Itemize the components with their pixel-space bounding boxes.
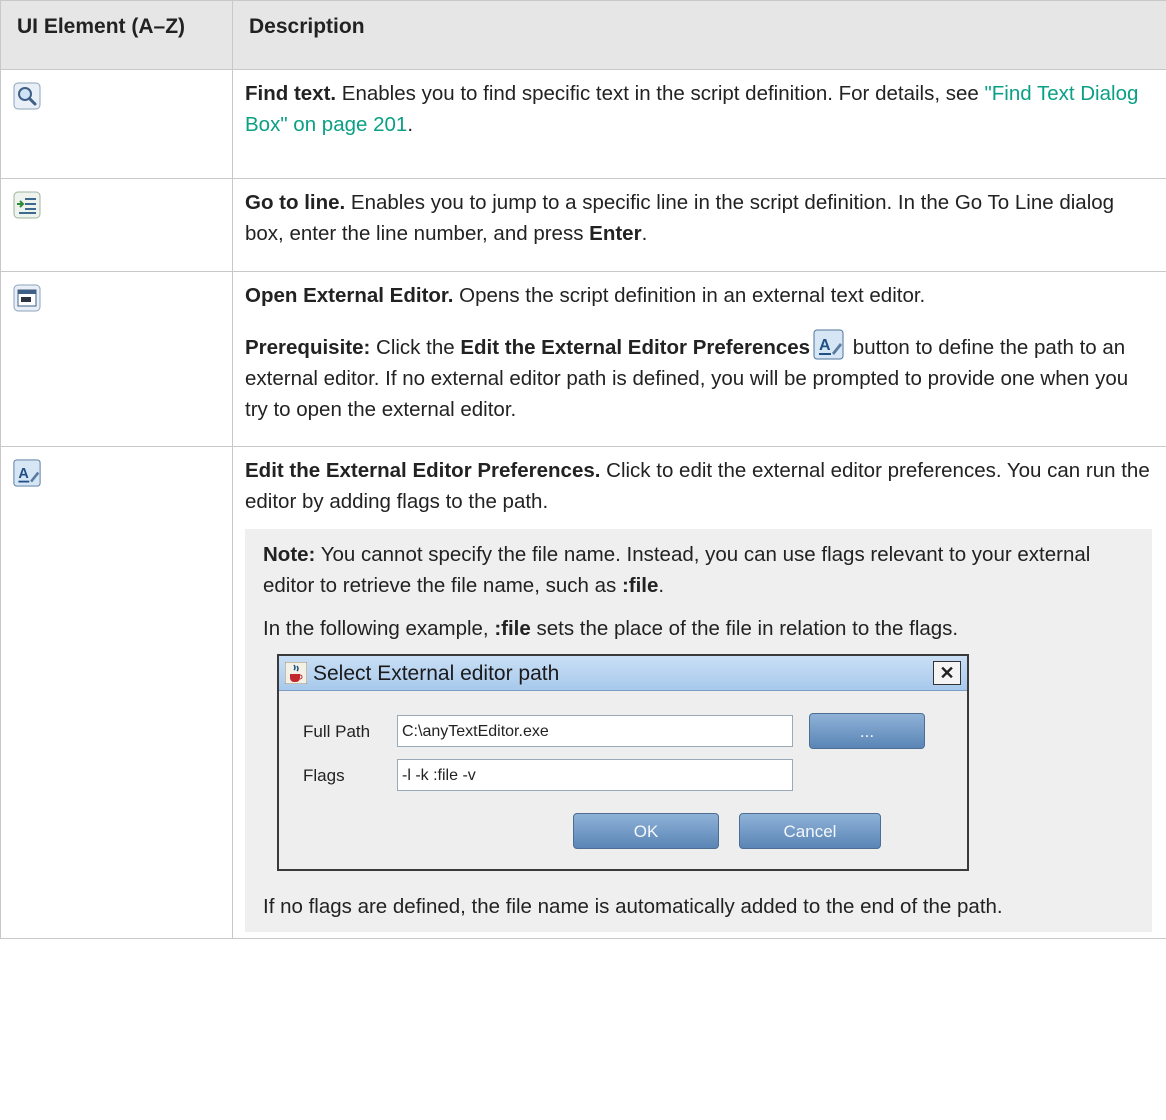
go-to-line-title: Go to line.: [245, 191, 346, 214]
close-icon[interactable]: ✕: [933, 661, 961, 685]
no-flags-note: If no flags are defined, the file name i…: [263, 895, 1003, 918]
edit-preferences-icon[interactable]: A: [13, 459, 41, 487]
dialog-title: Select External editor path: [313, 661, 560, 685]
note-box: Note: You cannot specify the file name. …: [245, 529, 1152, 932]
svg-text:A: A: [819, 337, 831, 354]
flags-input[interactable]: -l -k :file -v: [397, 759, 793, 791]
svg-text:A: A: [18, 466, 29, 482]
column-header-ui-element: UI Element (A–Z): [0, 0, 233, 70]
cancel-button[interactable]: Cancel: [739, 813, 881, 849]
edit-preferences-title: Edit the External Editor Preferences.: [245, 459, 601, 482]
goto-line-icon[interactable]: [13, 191, 41, 219]
full-path-input[interactable]: C:\anyTextEditor.exe: [397, 715, 793, 747]
external-editor-icon[interactable]: [13, 284, 41, 312]
table-row: A Edit the External Editor Preferences. …: [0, 446, 1166, 939]
ok-button[interactable]: OK: [573, 813, 719, 849]
ui-element-table: UI Element (A–Z) Description Find text. …: [0, 0, 1166, 939]
java-cup-icon: [284, 661, 308, 685]
dialog-body: Full Path C:\anyTextEditor.exe ... Flags…: [279, 691, 967, 869]
magnifier-icon[interactable]: [13, 82, 41, 110]
find-text-description: Find text. Enables you to find specific …: [232, 69, 1166, 179]
table-row: Open External Editor. Opens the script d…: [0, 271, 1166, 447]
open-external-editor-title: Open External Editor.: [245, 284, 454, 307]
go-to-line-description: Go to line. Enables you to jump to a spe…: [232, 178, 1166, 272]
table-row: Go to line. Enables you to jump to a spe…: [0, 178, 1166, 272]
edit-preferences-description: Edit the External Editor Preferences. Cl…: [232, 446, 1166, 939]
dialog-title-bar: Select External editor path ✕: [279, 656, 967, 691]
column-header-description: Description: [232, 0, 1166, 70]
find-text-title: Find text.: [245, 82, 337, 105]
full-path-label: Full Path: [303, 721, 371, 741]
open-external-editor-description: Open External Editor. Opens the script d…: [232, 271, 1166, 447]
table-row: Find text. Enables you to find specific …: [0, 69, 1166, 179]
edit-preferences-icon: A: [813, 329, 844, 360]
flags-label: Flags: [303, 765, 345, 785]
select-external-editor-dialog: Select External editor path ✕ Full Path …: [277, 654, 969, 871]
browse-button[interactable]: ...: [809, 713, 925, 749]
table-header-row: UI Element (A–Z) Description: [0, 0, 1166, 70]
